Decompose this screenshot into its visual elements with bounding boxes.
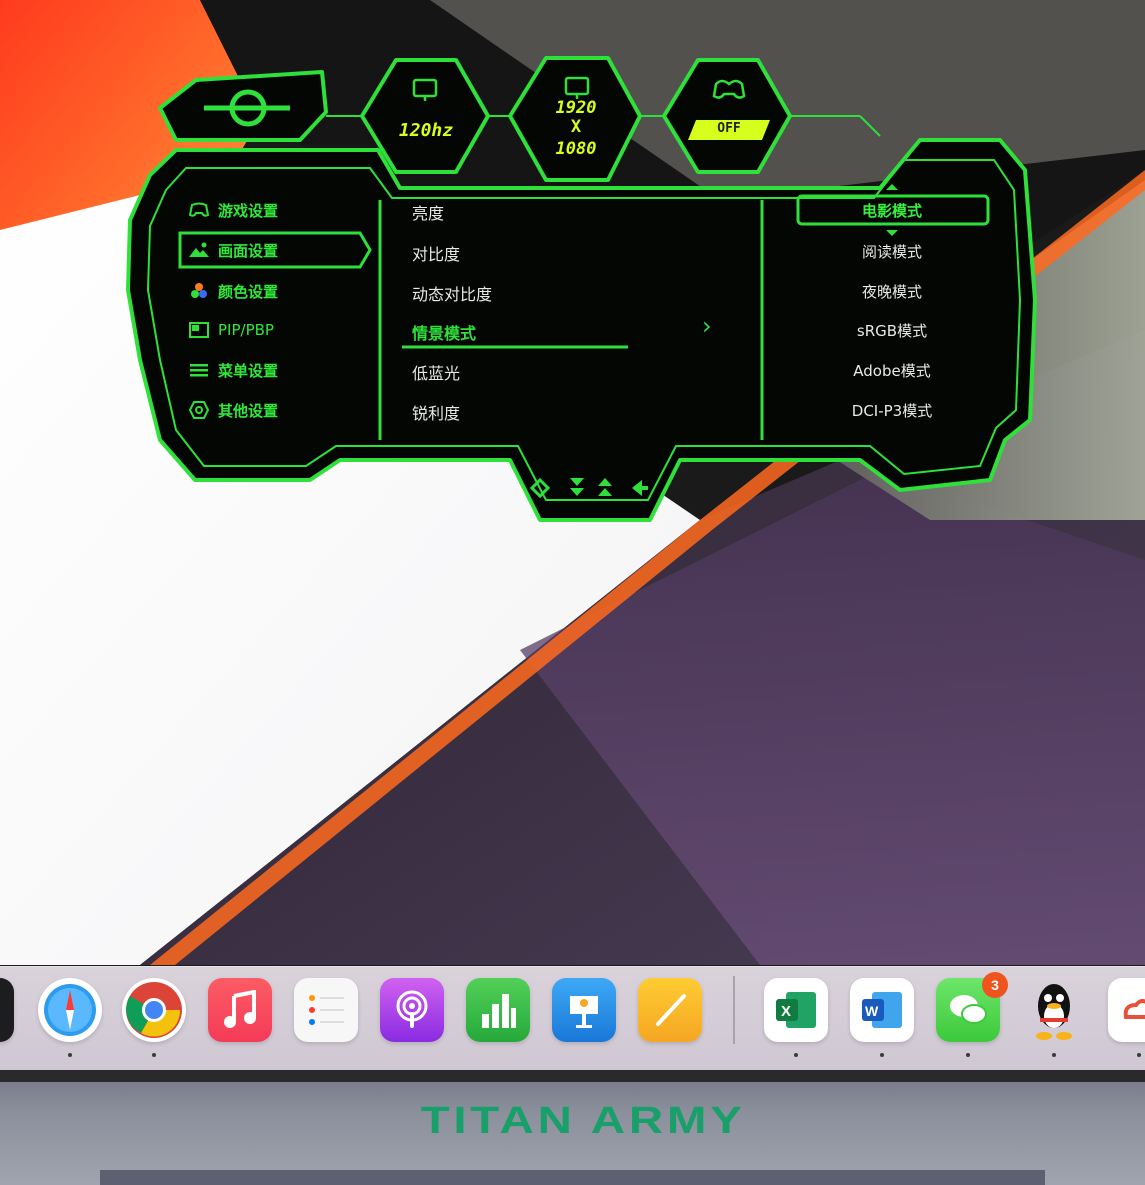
sidebar-item-pip-pbp[interactable]: PIP/PBP (188, 318, 274, 342)
resolution-height: 1080 (555, 139, 597, 159)
dock-separator (733, 976, 735, 1044)
resolution-x: X (570, 117, 582, 137)
running-indicator (966, 1053, 970, 1057)
keynote-icon[interactable] (552, 978, 616, 1042)
sidebar-item-label: 其他设置 (218, 401, 279, 420)
running-indicator (880, 1053, 884, 1057)
partial-app-icon[interactable] (0, 978, 14, 1042)
reminders-icon[interactable] (294, 978, 358, 1042)
refresh-rate-readout: 120hz (398, 120, 454, 141)
brand-logo: TITAN ARMY (420, 1100, 746, 1142)
menu-item-contrast[interactable]: 对比度 (412, 241, 460, 265)
hexagon-settings-icon (188, 401, 210, 419)
osd-frame (126, 56, 1037, 522)
sidebar-item-other-settings[interactable]: 其他设置 (188, 398, 278, 422)
mode-option-night[interactable]: 夜晚模式 (797, 281, 987, 302)
sidebar-item-color-settings[interactable]: 颜色设置 (188, 279, 278, 303)
sidebar-item-label: 颜色设置 (218, 282, 279, 301)
sidebar-item-label: 菜单设置 (218, 361, 279, 380)
menu-item-brightness[interactable]: 亮度 (412, 200, 444, 224)
podcasts-icon[interactable] (380, 978, 444, 1042)
qq-icon[interactable] (1022, 978, 1086, 1042)
running-indicator (68, 1053, 72, 1057)
numbers-icon[interactable] (466, 978, 530, 1042)
sidebar-item-game-settings[interactable]: 游戏设置 (188, 198, 278, 222)
sidebar-item-menu-settings[interactable]: 菜单设置 (188, 358, 278, 382)
mode-option-adobe[interactable]: Adobe模式 (797, 360, 987, 381)
menu-item-scene-mode[interactable]: 情景模式 (412, 320, 476, 344)
sidebar-item-label: PIP/PBP (218, 321, 274, 339)
gamepad-icon (188, 201, 210, 219)
menu-item-dynamic-contrast[interactable]: 动态对比度 (412, 281, 492, 305)
running-indicator (152, 1053, 156, 1057)
color-dots-icon (188, 282, 210, 300)
mode-option-srgb[interactable]: sRGB模式 (797, 320, 987, 341)
partial-app-right-icon[interactable] (1108, 978, 1145, 1042)
mode-option-dci-p3[interactable]: DCI-P3模式 (797, 400, 987, 421)
running-indicator (1052, 1053, 1056, 1057)
resolution-width: 1920 (555, 98, 597, 118)
excel-icon[interactable]: X (764, 978, 828, 1042)
chevron-right-icon: › (702, 312, 712, 340)
sidebar-item-label: 画面设置 (218, 241, 279, 260)
mode-option-movie[interactable]: 电影模式 (797, 200, 987, 221)
game-mode-status: OFF (717, 121, 741, 136)
mode-option-reading[interactable]: 阅读模式 (797, 241, 987, 262)
pip-icon (188, 321, 210, 339)
picture-icon (188, 241, 210, 259)
monitor-bezel-edge (0, 1070, 1145, 1082)
sidebar-item-label: 游戏设置 (218, 201, 279, 220)
wechat-badge: 3 (982, 972, 1008, 998)
svg-text:W: W (865, 1003, 879, 1019)
monitor-stand (100, 1170, 1045, 1185)
menu-item-sharpness[interactable]: 锐利度 (412, 400, 460, 424)
sidebar-item-picture-settings[interactable]: 画面设置 (188, 238, 278, 262)
word-icon[interactable]: W (850, 978, 914, 1042)
running-indicator (794, 1053, 798, 1057)
music-icon[interactable] (208, 978, 272, 1042)
pages-icon[interactable] (638, 978, 702, 1042)
svg-text:X: X (781, 1003, 791, 1020)
menu-lines-icon (188, 361, 210, 379)
menu-item-low-blue-light[interactable]: 低蓝光 (412, 360, 460, 384)
chrome-icon[interactable] (122, 978, 186, 1042)
running-indicator (1137, 1053, 1141, 1057)
safari-icon[interactable] (38, 978, 102, 1042)
